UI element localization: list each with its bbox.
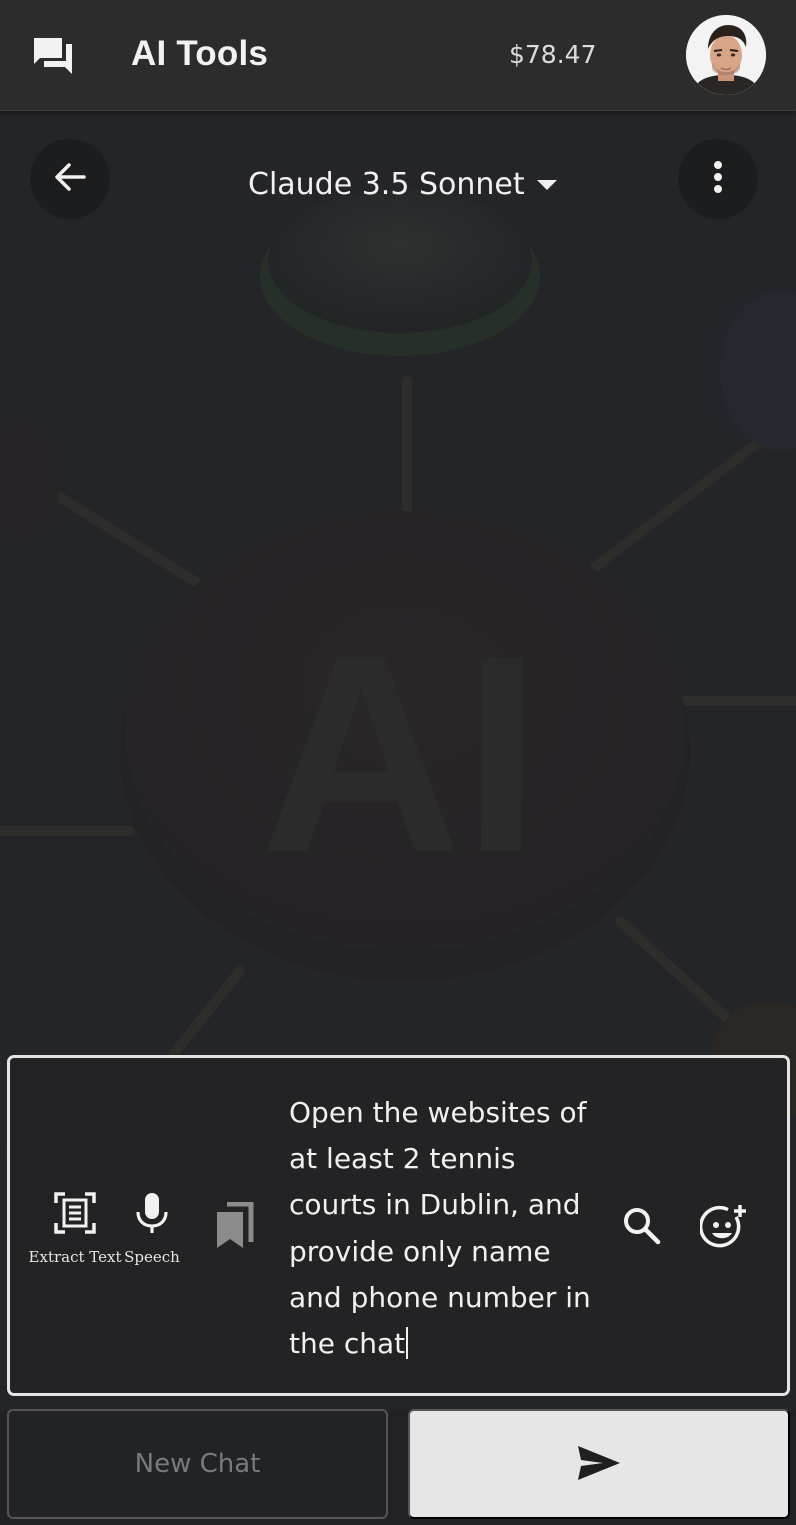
message-input[interactable]: Open the websites of at least 2 tennis c…: [289, 1090, 599, 1367]
search-icon[interactable]: [622, 1206, 662, 1251]
more-vert-icon: [712, 159, 724, 200]
text-cursor: [406, 1327, 409, 1360]
message-text: Open the websites of at least 2 tennis c…: [289, 1096, 591, 1361]
speech-button[interactable]: Speech: [118, 1191, 186, 1266]
send-icon: [576, 1444, 622, 1485]
send-button[interactable]: [408, 1409, 790, 1519]
speech-label: Speech: [124, 1248, 180, 1266]
microphone-icon: [130, 1191, 174, 1240]
app-title: AI Tools: [131, 34, 269, 73]
extract-text-button[interactable]: Extract Text: [28, 1191, 122, 1266]
ai-watermark-text: AI: [260, 599, 540, 911]
model-selector[interactable]: Claude 3.5 Sonnet: [248, 164, 557, 204]
bookmarks-icon[interactable]: [213, 1201, 257, 1255]
arrow-back-icon: [52, 159, 88, 200]
user-avatar[interactable]: [686, 15, 766, 95]
message-composer: Extract Text Speech Open the websites of…: [7, 1055, 790, 1396]
add-reaction-icon[interactable]: [698, 1203, 748, 1256]
extract-text-label: Extract Text: [28, 1248, 122, 1266]
app-bar: AI Tools $78.47: [0, 0, 796, 111]
back-button[interactable]: [30, 139, 110, 219]
caret-down-icon: [536, 180, 557, 190]
model-name: Claude 3.5 Sonnet: [248, 166, 525, 202]
new-chat-button[interactable]: New Chat: [7, 1409, 388, 1519]
forum-icon[interactable]: [30, 32, 78, 80]
more-options-button[interactable]: [678, 139, 758, 219]
account-balance[interactable]: $78.47: [509, 40, 596, 69]
document-scan-icon: [53, 1191, 97, 1240]
